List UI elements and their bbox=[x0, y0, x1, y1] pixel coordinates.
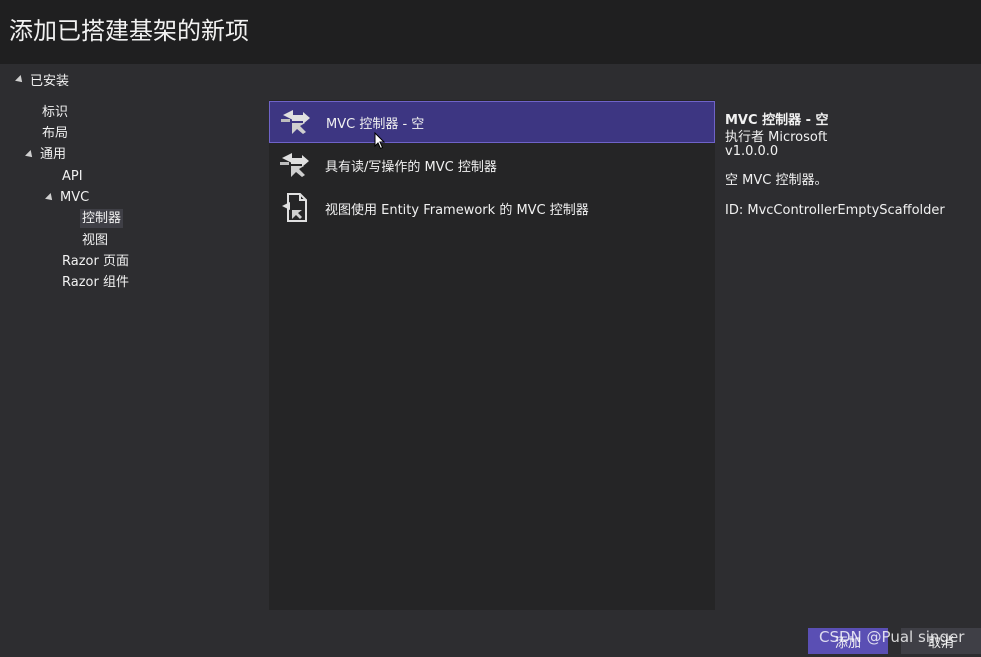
mouse-cursor-icon bbox=[374, 132, 386, 150]
title-bar: 添加已搭建基架的新项 bbox=[0, 0, 981, 64]
tree-item-label: MVC bbox=[60, 190, 90, 205]
controller-icon bbox=[277, 147, 313, 183]
installed-node[interactable]: 已安装 bbox=[15, 70, 70, 89]
expanded-triangle-icon bbox=[15, 74, 25, 85]
tree-item-view[interactable]: 视图 bbox=[82, 231, 108, 250]
details-pane: MVC 控制器 - 空 执行者 Microsoft v1.0.0.0 空 MVC… bbox=[715, 100, 981, 610]
tree-item-label: API bbox=[62, 169, 83, 184]
tree-item-label: Razor 组件 bbox=[62, 275, 129, 290]
template-item-mvc-ef[interactable]: 视图使用 Entity Framework 的 MVC 控制器 bbox=[269, 187, 715, 229]
detail-description: 空 MVC 控制器。 bbox=[725, 173, 828, 188]
tree-item-label: 布局 bbox=[42, 126, 69, 141]
controller-icon bbox=[278, 104, 314, 140]
detail-id: ID: MvcControllerEmptyScaffolder bbox=[725, 203, 945, 218]
tree-item-layout[interactable]: 布局 bbox=[42, 124, 68, 143]
tree-item-label: 视图 bbox=[82, 233, 109, 248]
detail-author: 执行者 Microsoft bbox=[725, 130, 828, 145]
template-label: 具有读/写操作的 MVC 控制器 bbox=[325, 159, 497, 175]
tree-item-label: Razor 页面 bbox=[62, 254, 129, 269]
tree-item-api[interactable]: API bbox=[62, 167, 83, 186]
tree-item-label: 通用 bbox=[40, 147, 67, 162]
tree-item-common[interactable]: 通用 bbox=[25, 145, 67, 164]
expanded-triangle-icon bbox=[25, 149, 35, 160]
tree-item-controller[interactable]: 控制器 bbox=[80, 209, 124, 228]
template-item-mvc-readwrite[interactable]: 具有读/写操作的 MVC 控制器 bbox=[269, 144, 715, 186]
tree-item-identity[interactable]: 标识 bbox=[42, 103, 68, 122]
expanded-triangle-icon bbox=[45, 192, 55, 203]
watermark: CSDN @Pual singer bbox=[819, 628, 965, 646]
tree-item-razor-components[interactable]: Razor 组件 bbox=[62, 273, 129, 292]
tree-item-label: 控制器 bbox=[80, 209, 124, 228]
template-label: 视图使用 Entity Framework 的 MVC 控制器 bbox=[325, 202, 589, 218]
tree-item-label: 标识 bbox=[42, 105, 69, 120]
dialog-title: 添加已搭建基架的新项 bbox=[9, 17, 249, 45]
template-list: MVC 控制器 - 空 具有读/写操作的 MVC 控制器 视图使用 Entity… bbox=[269, 100, 715, 610]
template-label: MVC 控制器 - 空 bbox=[326, 116, 425, 132]
entity-framework-icon bbox=[277, 190, 313, 226]
tree-item-mvc[interactable]: MVC bbox=[45, 188, 90, 207]
detail-version: v1.0.0.0 bbox=[725, 144, 779, 159]
tree-item-razor-pages[interactable]: Razor 页面 bbox=[62, 252, 129, 271]
template-item-mvc-empty[interactable]: MVC 控制器 - 空 bbox=[269, 101, 715, 143]
installed-label: 已安装 bbox=[30, 74, 70, 89]
